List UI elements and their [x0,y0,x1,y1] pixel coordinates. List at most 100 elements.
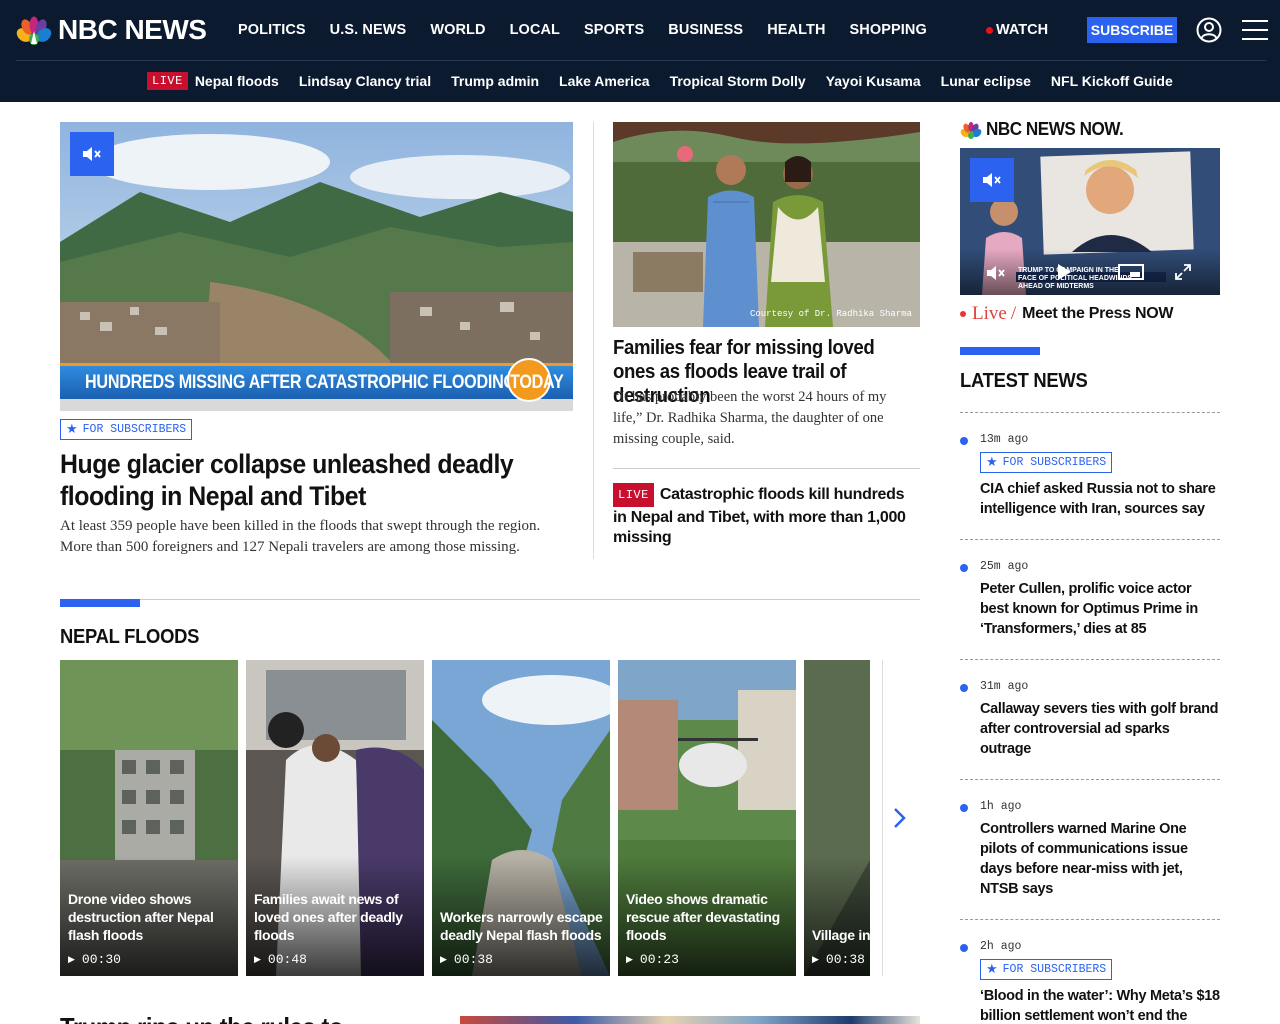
card-duration: ▶ 00:23 [626,952,679,967]
video-carousel: Drone video shows destruction after Nepa… [60,660,870,976]
duration-text: 00:48 [267,952,307,967]
hamburger-menu-icon[interactable] [1242,19,1268,41]
menu-local[interactable]: LOCAL [510,22,560,38]
badge-label: FOR SUBSCRIBERS [1002,456,1107,469]
section-divider [60,599,920,600]
nav-divider [16,60,1266,61]
video-card[interactable]: Workers narrowly escape deadly Nepal fla… [432,660,610,976]
card-duration: ▶ 00:38 [440,952,493,967]
latest-news-list: 13m ago ★ FOR SUBSCRIBERS CIA chief asked… [960,412,1220,1024]
trending-label: Nepal floods [194,73,279,89]
lead-video-player[interactable]: HUNDREDS MISSING AFTER CATASTROPHIC FLOO… [60,122,573,411]
star-icon: ★ [986,455,998,470]
card-duration: ▶ 00:48 [254,952,307,967]
lead-headline[interactable]: Huge glacier collapse unleashed deadly f… [60,448,529,512]
menu-shopping[interactable]: SHOPPING [850,22,927,38]
mute-button[interactable] [970,158,1014,202]
live-badge: LIVE [147,72,188,90]
trending-trump-admin[interactable]: Trump admin [451,73,539,89]
play-icon: ▶ [626,954,633,965]
latest-headline: Peter Cullen, prolific voice actor best … [980,581,1198,637]
separator: / [1010,303,1017,324]
timestamp: 13m ago [980,433,1029,446]
video-card[interactable]: Video shows dramatic rescue after devast… [618,660,796,976]
show-name: Meet the Press NOW [1022,305,1174,322]
story3-headline: Catastrophic floods kill hundreds in Nep… [613,486,906,546]
trending-yayoi-kusama[interactable]: Yayoi Kusama [826,73,921,89]
live-dot-icon [960,311,966,317]
live-dot-icon [986,26,993,34]
trending-tropical-storm-dolly[interactable]: Tropical Storm Dolly [670,73,806,89]
card-title: Video shows dramatic rescue after devast… [626,891,780,943]
bullet-icon [960,564,968,572]
account-icon[interactable] [1196,17,1222,43]
subscribe-button[interactable]: SUBSCRIBE [1087,17,1177,43]
trending-lindsay-clancy-trial[interactable]: Lindsay Clancy trial [299,73,431,89]
trending-nepal-floods[interactable]: LIVE Nepal floods [147,72,279,90]
nbc-news-logo[interactable]: NBC NEWS [16,14,207,46]
live-badge: LIVE [613,483,654,507]
carousel-divider [882,660,883,976]
picture-in-picture-icon[interactable] [1118,264,1144,280]
video-card[interactable]: Families await news of loved ones after … [246,660,424,976]
now-logo-text: NBC NEWS NOW. [986,119,1124,139]
story2-summary: “It has probably been the worst 24 hours… [613,389,887,447]
duration-text: 00:38 [825,952,865,967]
muted-speaker-icon [83,147,101,161]
nbc-news-now-logo[interactable]: NBC NEWS NOW. [960,119,1131,140]
logo-text: NBC NEWS [58,14,207,45]
peacock-icon [960,121,982,139]
play-icon: ▶ [812,954,819,965]
play-icon: ▶ [68,954,75,965]
story3-link[interactable]: LIVE Catastrophic floods kill hundreds in… [613,483,920,548]
live-video-player[interactable]: TRUMP TO CAMPAIGN IN THE FACE OF POLITIC… [960,148,1220,295]
mute-button[interactable] [70,132,114,176]
latest-news-item[interactable]: 1h ago Controllers warned Marine One pil… [960,779,1220,919]
live-show-label[interactable]: Live / Meet the Press NOW [960,303,1174,325]
menu-us-news[interactable]: U.S. NEWS [330,22,407,38]
play-icon: ▶ [254,954,261,965]
network-bug-text: TODAY [510,372,564,393]
trending-lunar-eclipse[interactable]: Lunar eclipse [941,73,1031,89]
play-icon[interactable] [1056,263,1072,281]
latest-headline: Controllers warned Marine One pilots of … [980,821,1188,897]
latest-news-item[interactable]: 2h ago ★ FOR SUBSCRIBERS ‘Blood in the wa… [960,919,1220,1024]
live-text: Live [972,303,1007,324]
menu-sports[interactable]: SPORTS [584,22,644,38]
column-divider [593,122,594,559]
story2-image[interactable]: Courtesy of Dr. Radhika Sharma [613,122,920,327]
menu-health[interactable]: HEALTH [767,22,825,38]
star-icon: ★ [66,422,78,437]
latest-news-item[interactable]: 25m ago Peter Cullen, prolific voice act… [960,539,1220,659]
next-section-image[interactable] [460,1016,920,1024]
latest-headline: Callaway severs ties with golf brand aft… [980,701,1219,757]
card-title: Drone video shows destruction after Nepa… [68,891,214,943]
couple-photo [613,122,920,327]
star-icon: ★ [986,962,998,977]
card-duration: ▶ 00:38 [812,952,865,967]
watch-label: WATCH [996,22,1049,38]
lead-summary: At least 359 people have been killed in … [60,518,541,555]
badge-label: FOR SUBSCRIBERS [1002,963,1107,976]
latest-news-item[interactable]: 31m ago Callaway severs ties with golf b… [960,659,1220,779]
trending-nfl-kickoff-guide[interactable]: NFL Kickoff Guide [1051,73,1173,89]
latest-news-title: LATEST NEWS [960,370,1088,392]
fullscreen-icon[interactable] [1174,263,1192,281]
next-section-headline[interactable]: Trump rips up the rules to [60,1012,344,1024]
for-subscribers-badge: ★ FOR SUBSCRIBERS [60,419,193,440]
menu-politics[interactable]: POLITICS [238,22,306,38]
trending-lake-america[interactable]: Lake America [559,73,650,89]
menu-business[interactable]: BUSINESS [668,22,743,38]
latest-news-item[interactable]: 13m ago ★ FOR SUBSCRIBERS CIA chief asked… [960,412,1220,539]
chevron-right-icon[interactable] [888,804,912,832]
watch-link[interactable]: WATCH [986,22,1048,38]
video-card[interactable]: Village in massive v ▶ 00:38 [804,660,870,976]
duration-text: 00:23 [639,952,679,967]
play-icon: ▶ [440,954,447,965]
trending-bar: LIVE Nepal floods Lindsay Clancy trial T… [147,72,1193,90]
volume-muted-icon[interactable] [986,265,1006,281]
section-accent-bar [960,347,1040,355]
video-card[interactable]: Drone video shows destruction after Nepa… [60,660,238,976]
menu-world[interactable]: WORLD [430,22,485,38]
muted-speaker-icon [983,173,1001,187]
